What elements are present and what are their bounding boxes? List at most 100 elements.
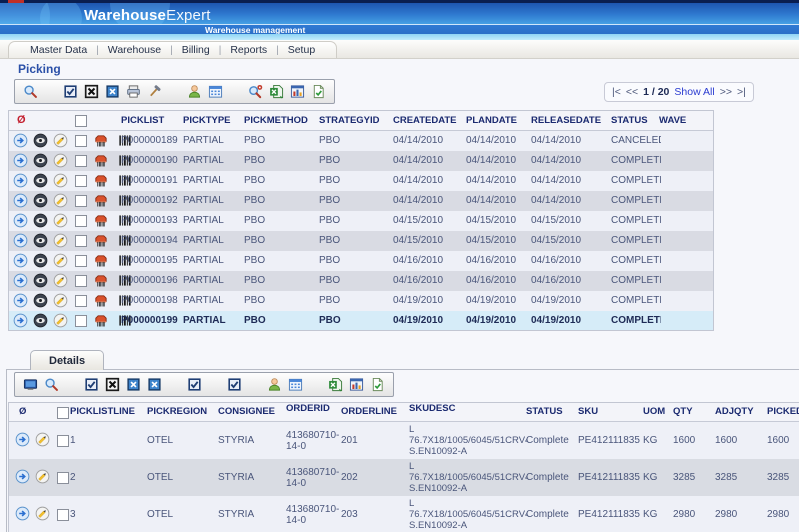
- edit-icon[interactable]: [35, 506, 50, 521]
- table-row[interactable]: P000000195 PARTIAL PBO PBO 04/16/2010 04…: [9, 251, 713, 271]
- row-checkbox[interactable]: [75, 175, 87, 187]
- view-icon[interactable]: [33, 233, 48, 248]
- barcode-print-icon[interactable]: [93, 293, 108, 308]
- edit-icon[interactable]: [35, 469, 50, 484]
- table-row[interactable]: P000000190 PARTIAL PBO PBO 04/14/2010 04…: [9, 151, 713, 171]
- delete-icon[interactable]: [105, 84, 120, 99]
- edit-icon[interactable]: [53, 173, 68, 188]
- edit-icon[interactable]: [53, 253, 68, 268]
- document-check-icon[interactable]: [370, 377, 385, 392]
- table-row[interactable]: P000000192 PARTIAL PBO PBO 04/14/2010 04…: [9, 191, 713, 211]
- excel-export-icon[interactable]: [328, 377, 343, 392]
- table-row[interactable]: P000000196 PARTIAL PBO PBO 04/16/2010 04…: [9, 271, 713, 291]
- edit-icon[interactable]: [53, 153, 68, 168]
- table-row[interactable]: P000000191 PARTIAL PBO PBO 04/14/2010 04…: [9, 171, 713, 191]
- row-checkbox[interactable]: [75, 135, 87, 147]
- confirm-all-icon[interactable]: [227, 377, 242, 392]
- row-checkbox[interactable]: [75, 195, 87, 207]
- barcode-print-icon[interactable]: [93, 213, 108, 228]
- edit-icon[interactable]: [53, 233, 68, 248]
- clear-all-icon[interactable]: [105, 377, 120, 392]
- clear-all-icon[interactable]: [84, 84, 99, 99]
- bar-chart-icon[interactable]: [349, 377, 364, 392]
- excel-export-icon[interactable]: [269, 84, 284, 99]
- pager-last-button[interactable]: >|: [737, 86, 746, 98]
- view-icon[interactable]: [33, 193, 48, 208]
- row-checkbox[interactable]: [75, 295, 87, 307]
- details-row[interactable]: 3 OTEL STYRIA 413680710-14-0 203 L 76.7X…: [9, 496, 799, 532]
- tab-details[interactable]: Details: [30, 350, 104, 370]
- view-icon[interactable]: [33, 173, 48, 188]
- barcode-print-icon[interactable]: [93, 153, 108, 168]
- open-row-icon[interactable]: [13, 293, 28, 308]
- print-icon[interactable]: [126, 84, 141, 99]
- row-checkbox[interactable]: [57, 509, 69, 521]
- table-row[interactable]: P000000189 PARTIAL PBO PBO 04/14/2010 04…: [9, 131, 713, 151]
- person-icon[interactable]: [187, 84, 202, 99]
- delete-icon[interactable]: [126, 377, 141, 392]
- barcode-print-icon[interactable]: [93, 193, 108, 208]
- table-row[interactable]: P000000198 PARTIAL PBO PBO 04/19/2010 04…: [9, 291, 713, 311]
- delete-line-icon[interactable]: [147, 377, 162, 392]
- view-icon[interactable]: [33, 293, 48, 308]
- open-row-icon[interactable]: [13, 133, 28, 148]
- confirm-icon[interactable]: [187, 377, 202, 392]
- open-row-icon[interactable]: [13, 173, 28, 188]
- details-row[interactable]: 2 OTEL STYRIA 413680710-14-0 202 L 76.7X…: [9, 459, 799, 496]
- tools-icon[interactable]: [147, 84, 162, 99]
- person-icon[interactable]: [267, 377, 282, 392]
- open-row-icon[interactable]: [13, 253, 28, 268]
- view-icon[interactable]: [33, 213, 48, 228]
- row-checkbox[interactable]: [75, 315, 87, 327]
- edit-icon[interactable]: [53, 313, 68, 328]
- row-checkbox[interactable]: [75, 255, 87, 267]
- row-checkbox[interactable]: [75, 235, 87, 247]
- open-row-icon[interactable]: [15, 469, 30, 484]
- search-icon[interactable]: [23, 84, 38, 99]
- calendar-grid-icon[interactable]: [288, 377, 303, 392]
- barcode-print-icon[interactable]: [93, 133, 108, 148]
- menu-item-warehouse[interactable]: Warehouse: [99, 44, 170, 56]
- details-select-all-checkbox[interactable]: [57, 407, 69, 419]
- table-row[interactable]: P000000194 PARTIAL PBO PBO 04/15/2010 04…: [9, 231, 713, 251]
- open-row-icon[interactable]: [13, 153, 28, 168]
- barcode-print-icon[interactable]: [93, 173, 108, 188]
- view-icon[interactable]: [33, 253, 48, 268]
- barcode-print-icon[interactable]: [93, 233, 108, 248]
- menu-item-billing[interactable]: Billing: [173, 44, 219, 56]
- select-all-icon[interactable]: [63, 84, 78, 99]
- edit-icon[interactable]: [53, 193, 68, 208]
- row-checkbox[interactable]: [75, 275, 87, 287]
- menu-item-reports[interactable]: Reports: [221, 44, 276, 56]
- search-gear-icon[interactable]: [248, 84, 263, 99]
- open-row-icon[interactable]: [15, 432, 30, 447]
- edit-icon[interactable]: [35, 432, 50, 447]
- pager-show-all-link[interactable]: Show All: [674, 86, 714, 98]
- row-checkbox[interactable]: [75, 155, 87, 167]
- open-row-icon[interactable]: [13, 273, 28, 288]
- edit-icon[interactable]: [53, 273, 68, 288]
- select-all-checkbox[interactable]: [75, 115, 87, 127]
- menu-item-master-data[interactable]: Master Data: [21, 44, 96, 56]
- details-row[interactable]: 1 OTEL STYRIA 413680710-14-0 201 L 76.7X…: [9, 422, 799, 459]
- row-checkbox[interactable]: [57, 472, 69, 484]
- search-icon[interactable]: [44, 377, 59, 392]
- open-row-icon[interactable]: [13, 193, 28, 208]
- open-row-icon[interactable]: [13, 213, 28, 228]
- monitor-icon[interactable]: [23, 377, 38, 392]
- document-check-icon[interactable]: [311, 84, 326, 99]
- view-icon[interactable]: [33, 133, 48, 148]
- bar-chart-icon[interactable]: [290, 84, 305, 99]
- table-row[interactable]: P000000193 PARTIAL PBO PBO 04/15/2010 04…: [9, 211, 713, 231]
- view-icon[interactable]: [33, 153, 48, 168]
- open-row-icon[interactable]: [13, 313, 28, 328]
- open-row-icon[interactable]: [13, 233, 28, 248]
- view-icon[interactable]: [33, 273, 48, 288]
- menu-item-setup[interactable]: Setup: [279, 44, 324, 56]
- row-checkbox[interactable]: [75, 215, 87, 227]
- edit-icon[interactable]: [53, 133, 68, 148]
- edit-icon[interactable]: [53, 213, 68, 228]
- select-all-icon[interactable]: [84, 377, 99, 392]
- pager-next-button[interactable]: >>: [720, 86, 732, 98]
- view-icon[interactable]: [33, 313, 48, 328]
